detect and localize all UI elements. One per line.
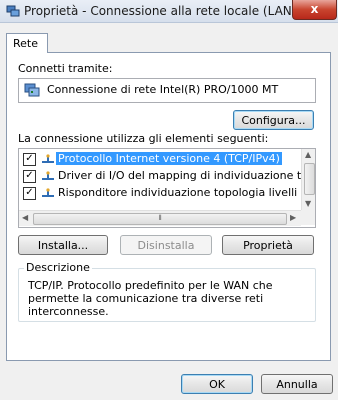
horizontal-scrollbar[interactable]: ◀ ⦀ ▶ bbox=[19, 210, 301, 226]
item-checkbox[interactable]: ✓ bbox=[23, 153, 36, 166]
item-label: Driver di I/O del mapping di individuazi… bbox=[58, 169, 315, 182]
components-list: ✓ Protocollo Internet versione 4 (TCP/IP… bbox=[18, 148, 316, 228]
scroll-left-icon[interactable]: ◀ bbox=[22, 213, 28, 222]
description-title: Descrizione bbox=[24, 261, 92, 274]
horizontal-scroll-thumb[interactable]: ⦀ bbox=[33, 213, 287, 225]
window-title: Proprietà - Connessione alla rete locale… bbox=[24, 4, 297, 18]
connect-via-label: Connetti tramite: bbox=[18, 62, 113, 75]
tab-rete[interactable]: Rete bbox=[6, 33, 48, 53]
ok-button[interactable]: OK bbox=[181, 374, 253, 394]
item-checkbox[interactable]: ✓ bbox=[23, 187, 36, 200]
network-adapter-icon bbox=[24, 83, 40, 97]
list-item[interactable]: ✓ Protocollo Internet versione 4 (TCP/IP… bbox=[19, 151, 302, 167]
scroll-down-icon[interactable]: ▼ bbox=[305, 199, 311, 208]
properties-button[interactable]: Proprietà bbox=[222, 235, 314, 255]
install-button[interactable]: Installa... bbox=[18, 235, 108, 255]
list-item[interactable]: ✓ Risponditore individuazione topologia … bbox=[19, 185, 315, 201]
vertical-scroll-thumb[interactable] bbox=[304, 163, 315, 195]
scroll-up-icon[interactable]: ▲ bbox=[305, 150, 311, 159]
list-item[interactable]: ✓ Driver di I/O del mapping di individua… bbox=[19, 168, 315, 184]
network-protocol-icon bbox=[42, 154, 54, 163]
close-button[interactable]: x bbox=[292, 0, 337, 20]
item-label: Risponditore individuazione topologia li… bbox=[58, 186, 315, 199]
adapter-name: Connessione di rete Intel(R) PRO/1000 MT bbox=[47, 83, 279, 96]
configure-button[interactable]: Configura... bbox=[233, 110, 314, 130]
description-text: TCP/IP. Protocollo predefinito per le WA… bbox=[28, 279, 273, 318]
vertical-scrollbar[interactable]: ▲ ▼ bbox=[301, 149, 315, 210]
scroll-corner bbox=[301, 210, 315, 225]
title-bar: Proprietà - Connessione alla rete locale… bbox=[0, 0, 338, 23]
item-label: Protocollo Internet versione 4 (TCP/IPv4… bbox=[56, 152, 282, 165]
cancel-button[interactable]: Annulla bbox=[261, 374, 333, 394]
item-checkbox[interactable]: ✓ bbox=[23, 170, 36, 183]
uninstall-button[interactable]: Disinstalla bbox=[120, 235, 212, 255]
network-protocol-icon bbox=[42, 171, 54, 180]
adapter-field: Connessione di rete Intel(R) PRO/1000 MT bbox=[18, 78, 316, 103]
items-label: La connessione utilizza gli elementi seg… bbox=[18, 132, 269, 145]
tab-label: Rete bbox=[13, 37, 38, 50]
network-protocol-icon bbox=[42, 188, 54, 197]
scroll-right-icon[interactable]: ▶ bbox=[290, 213, 296, 222]
network-icon bbox=[6, 5, 20, 17]
